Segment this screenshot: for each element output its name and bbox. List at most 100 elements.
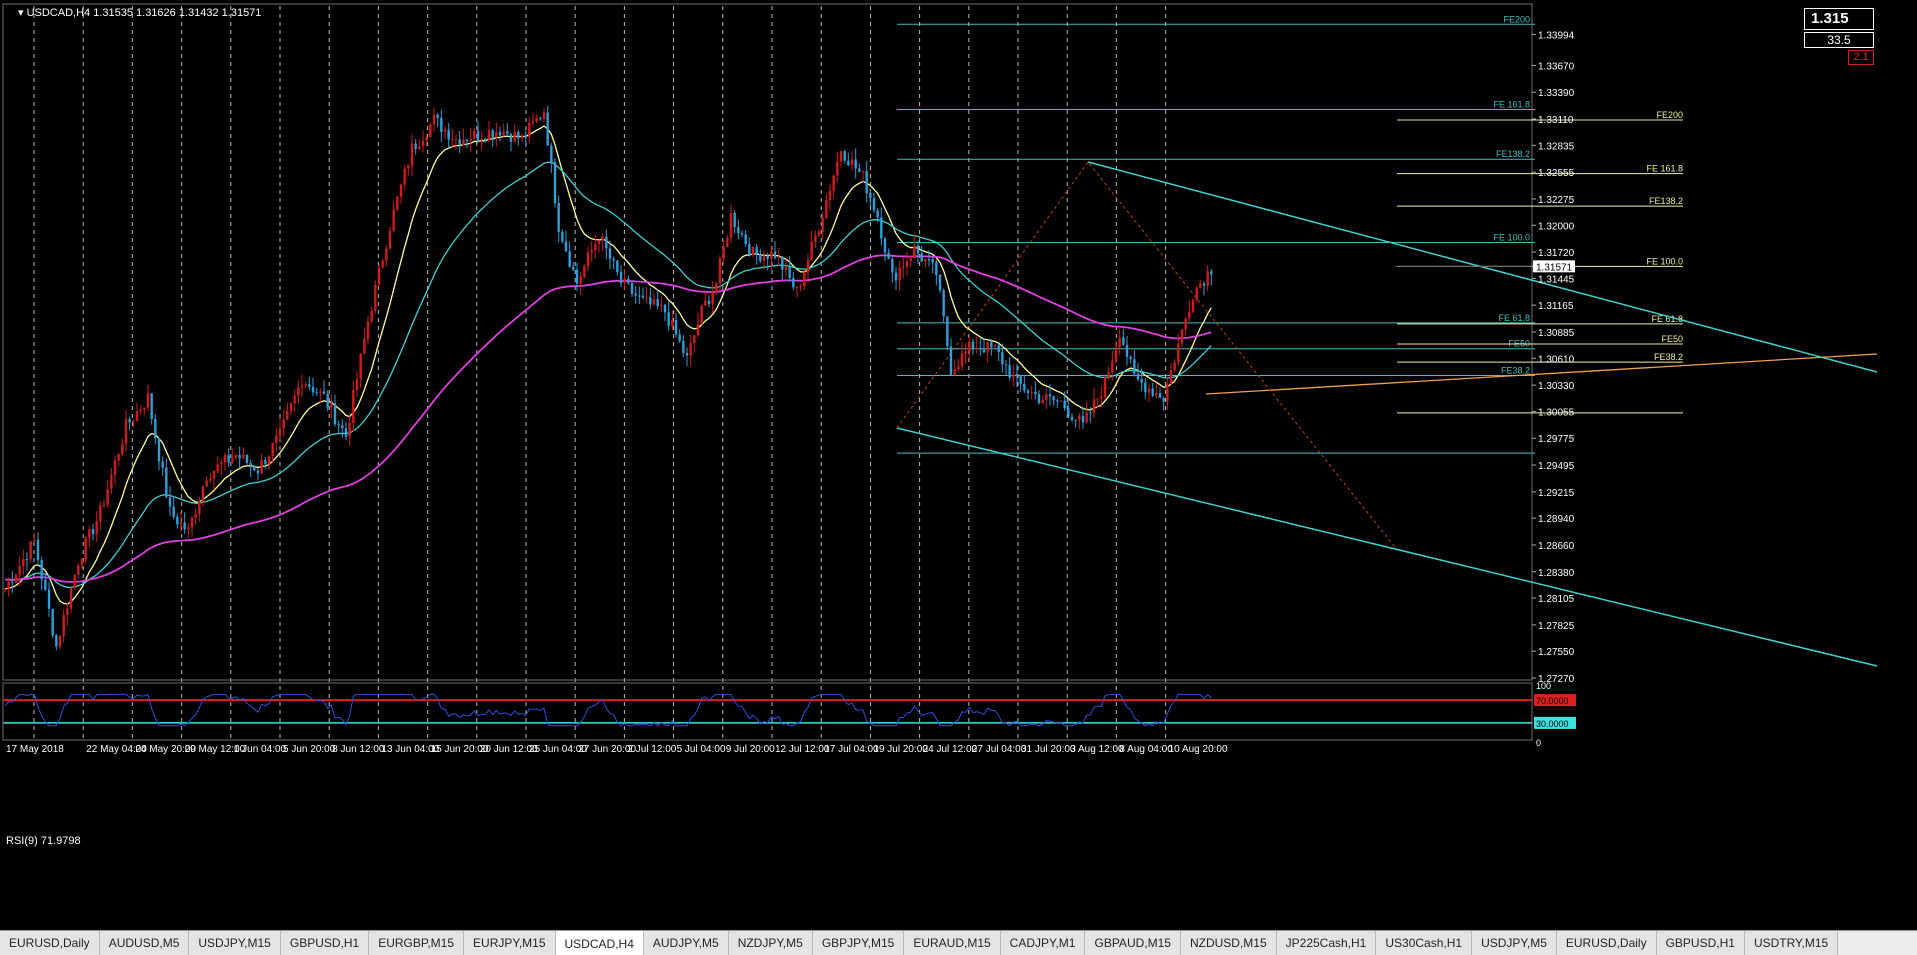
moving-averages: [4, 125, 1212, 605]
candle-body: [117, 454, 120, 461]
candle-body: [1136, 373, 1140, 380]
x-tick-label: 8 Jun 12:00: [332, 744, 385, 755]
candle-body: [726, 237, 729, 247]
candle-body: [106, 489, 109, 505]
candle-body: [326, 393, 329, 408]
chart-area[interactable]: FE200 FE 161.8 FE138.2 FE 100.0 FE 61.8 FE50 F…: [0, 0, 1917, 930]
candle-body: [253, 465, 256, 471]
candle-body: [891, 258, 894, 273]
symbol-tab[interactable]: USDCAD,H4: [555, 931, 644, 955]
x-tick-label: 19 Jul 20:00: [873, 744, 928, 755]
candle-body: [84, 537, 87, 560]
candle-body: [234, 455, 238, 459]
candle-body: [1155, 393, 1158, 396]
candlesticks: [3, 105, 1213, 651]
candle-body: [751, 246, 755, 255]
symbol-tab[interactable]: USDJPY,M15: [189, 931, 281, 955]
symbol-tab[interactable]: USDJPY,M5: [1472, 931, 1557, 955]
candle-body: [447, 129, 450, 140]
time-axis: 17 May 2018 22 May 04:0024 May 20:0029 Ma…: [6, 744, 1228, 755]
candle-body: [711, 291, 714, 304]
symbol-tab[interactable]: EURUSD,Daily: [0, 931, 100, 955]
x-tick-label: 1 Jun 04:00: [234, 744, 287, 755]
candle-body: [638, 295, 641, 297]
ema-slow-line: [5, 254, 1212, 583]
candle-body: [432, 114, 436, 125]
candle-body: [953, 369, 956, 376]
candle-body: [278, 428, 282, 436]
candle-body: [880, 217, 883, 239]
candle-body: [418, 146, 421, 149]
candle-body: [1125, 344, 1129, 357]
candle-body: [399, 184, 403, 197]
symbol-tab[interactable]: EURGBP,M15: [369, 931, 465, 955]
symbol-tab[interactable]: GBPAUD,M15: [1085, 931, 1181, 955]
symbol-tab[interactable]: AUDUSD,M5: [99, 931, 190, 955]
symbol-tab[interactable]: AUDJPY,M5: [643, 931, 729, 955]
candle-body: [58, 636, 62, 647]
candle-body: [968, 341, 971, 352]
candle-body: [553, 162, 557, 203]
candle-body: [348, 422, 351, 437]
symbol-tab[interactable]: EURJPY,M15: [464, 931, 556, 955]
candle-body: [722, 246, 725, 259]
y-tick-label: 1.33390: [1538, 88, 1575, 99]
symbol-tab[interactable]: NZDJPY,M5: [728, 931, 813, 955]
symbol-tab[interactable]: EURUSD,Daily: [1556, 931, 1657, 955]
candle-body: [91, 529, 95, 535]
candle-body: [531, 121, 535, 123]
symbol-tab[interactable]: US30Cash,H1: [1376, 931, 1473, 955]
candle-body: [887, 252, 890, 259]
chart-frames: [2, 3, 1533, 741]
y-tick-label: 1.28660: [1538, 541, 1575, 552]
candle-body: [920, 253, 923, 262]
candle-body: [110, 474, 113, 490]
candle-body: [630, 283, 634, 294]
candle-body: [1144, 382, 1147, 393]
candle-body: [1067, 408, 1070, 417]
candle-body: [795, 287, 799, 289]
price-widget[interactable]: 1.315 33.5 2.1: [1804, 8, 1874, 65]
y-tick-label: 1.31720: [1538, 248, 1575, 259]
candle-body: [894, 272, 898, 281]
current-price-label: 1.31571: [1536, 262, 1573, 273]
candle-body: [1092, 399, 1096, 413]
symbol-tab[interactable]: EURAUD,M15: [904, 931, 1001, 955]
candle-body: [616, 260, 619, 272]
candle-body: [744, 234, 747, 245]
candle-body: [66, 608, 69, 616]
candle-body: [748, 244, 751, 255]
symbol-tab[interactable]: GBPUSD,H1: [280, 931, 370, 955]
candle-body: [960, 353, 964, 367]
fib-yellow-label: FE200: [1656, 110, 1683, 120]
candle-body: [77, 565, 80, 575]
candle-body: [311, 386, 315, 393]
candle-body: [550, 145, 553, 163]
candle-body: [205, 480, 208, 487]
rsi-panel: 70.0000 30.0000 100 0: [3, 681, 1576, 748]
candle-body: [773, 251, 777, 259]
symbol-tab[interactable]: USDTRY,M15: [1744, 931, 1839, 955]
x-tick-label: 10 Aug 20:00: [1169, 744, 1228, 755]
candle-body: [476, 130, 480, 140]
symbol-tab[interactable]: NZDUSD,M15: [1180, 931, 1277, 955]
candle-body: [597, 240, 601, 245]
candle-body: [1177, 343, 1180, 363]
symbol-tab[interactable]: CADJPY,M1: [1000, 931, 1086, 955]
chart-title: ▾ USDCAD,H4 1.31535 1.31626 1.31432 1.31…: [18, 7, 261, 19]
candle-body: [135, 411, 139, 421]
symbol-tab[interactable]: GBPUSD,H1: [1656, 931, 1745, 955]
candle-body: [605, 236, 608, 249]
candle-body: [1048, 394, 1052, 397]
candle-body: [150, 393, 153, 419]
candle-body: [1140, 379, 1143, 383]
symbol-tab[interactable]: GBPJPY,M15: [812, 931, 905, 955]
candle-body: [337, 424, 340, 426]
y-tick-label: 1.27550: [1538, 647, 1575, 658]
candle-body: [14, 574, 18, 583]
candle-body: [1081, 415, 1085, 423]
symbol-tab[interactable]: JP225Cash,H1: [1276, 931, 1377, 955]
candle-body: [909, 258, 912, 262]
candle-body: [227, 455, 230, 463]
candle-body: [971, 341, 975, 349]
